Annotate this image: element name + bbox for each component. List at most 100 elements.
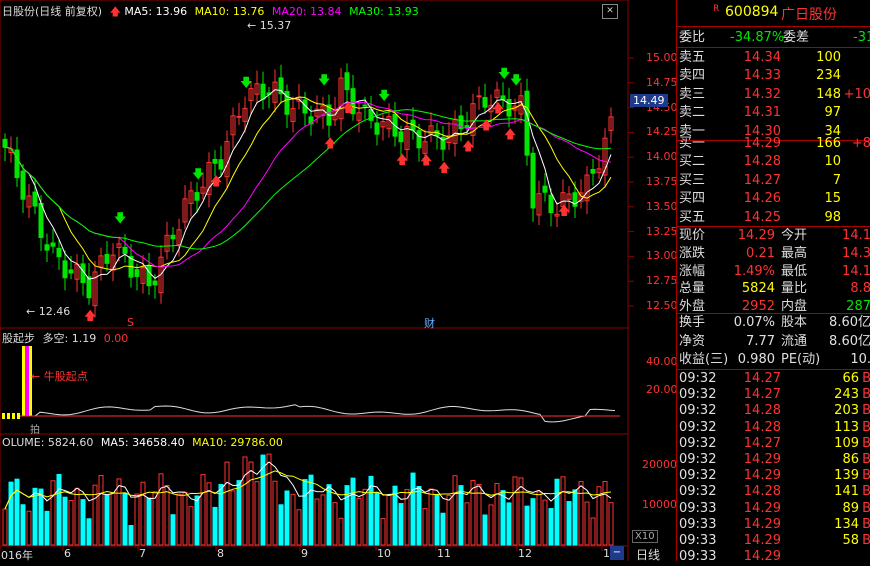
candle-body[interactable]	[236, 115, 242, 118]
volume-bar[interactable]	[380, 518, 386, 546]
volume-bar[interactable]	[410, 472, 416, 546]
volume-bar[interactable]	[398, 503, 404, 546]
volume-bar[interactable]	[290, 493, 296, 546]
scroll-minus-icon[interactable]: −	[610, 546, 624, 560]
candle-body[interactable]	[542, 185, 548, 193]
volume-bar[interactable]	[572, 489, 578, 546]
candle-body[interactable]	[218, 159, 224, 170]
volume-bar[interactable]	[20, 504, 26, 546]
volume-bar[interactable]	[488, 504, 494, 546]
volume-bar[interactable]	[62, 496, 68, 546]
candle-body[interactable]	[2, 138, 8, 148]
volume-bar[interactable]	[590, 517, 596, 546]
volume-bar[interactable]	[506, 502, 512, 546]
volume-bar[interactable]	[446, 494, 452, 546]
volume-bar[interactable]	[356, 497, 362, 546]
candle-body[interactable]	[374, 122, 380, 135]
volume-bar[interactable]	[272, 480, 278, 546]
chart-close-icon[interactable]: ✕	[602, 4, 618, 19]
volume-bar[interactable]	[158, 473, 164, 546]
volume-bar[interactable]	[524, 505, 530, 546]
candle-body[interactable]	[398, 131, 404, 143]
volume-bar[interactable]	[128, 525, 134, 546]
volume-bar[interactable]	[86, 518, 92, 546]
candle-body[interactable]	[38, 202, 44, 238]
candle-body[interactable]	[260, 83, 266, 100]
volume-bar[interactable]	[254, 481, 260, 546]
volume-bar[interactable]	[608, 502, 614, 546]
volume-bar[interactable]	[512, 476, 518, 546]
volume-bar[interactable]	[584, 501, 590, 546]
tick-row[interactable]: 09:33 14.29	[677, 547, 870, 566]
candle-body[interactable]	[14, 149, 20, 179]
volume-bar[interactable]	[278, 504, 284, 546]
candle-body[interactable]	[104, 254, 110, 264]
volume-bar[interactable]	[194, 495, 200, 546]
volume-bar[interactable]	[206, 482, 212, 546]
volume-bar[interactable]	[548, 508, 554, 546]
volume-bar[interactable]	[362, 488, 368, 546]
volume-bar[interactable]	[428, 488, 434, 546]
period-tab[interactable]: 日线	[636, 546, 660, 563]
candle-body[interactable]	[20, 170, 26, 200]
volume-bar[interactable]	[146, 497, 152, 546]
volume-bar[interactable]	[80, 499, 86, 546]
candle-body[interactable]	[500, 95, 506, 100]
candle-body[interactable]	[530, 152, 536, 209]
candle-body[interactable]	[212, 158, 218, 164]
volume-bar[interactable]	[38, 488, 44, 546]
candle-body[interactable]	[44, 244, 50, 251]
kline-chart-svg[interactable]: 🡅🡅🡅🡅🡅 🡅🡅🡅🡅🡅🡅🡅🡇🡇🡇 🡇🡇🡇 🡇	[0, 0, 676, 561]
volume-bar[interactable]	[416, 486, 422, 546]
candle-body[interactable]	[170, 234, 176, 240]
volume-bar[interactable]	[152, 491, 158, 546]
volume-bar[interactable]	[104, 494, 110, 546]
volume-bar[interactable]	[440, 512, 446, 546]
volume-bar[interactable]	[458, 485, 464, 546]
volume-bar[interactable]	[500, 490, 506, 546]
volume-bar[interactable]	[56, 473, 62, 546]
volume-bar[interactable]	[320, 494, 326, 546]
volume-bar[interactable]	[560, 476, 566, 546]
volume-bar[interactable]	[98, 475, 104, 546]
candle-body[interactable]	[122, 246, 128, 254]
volume-bar[interactable]	[116, 478, 122, 546]
volume-bar[interactable]	[578, 481, 584, 546]
candle-body[interactable]	[56, 247, 62, 258]
candle-body[interactable]	[32, 191, 38, 207]
volume-bar[interactable]	[122, 492, 128, 546]
volume-bar[interactable]	[350, 477, 356, 546]
volume-bar[interactable]	[542, 499, 548, 546]
volume-bar[interactable]	[230, 490, 236, 546]
volume-bar[interactable]	[296, 509, 302, 546]
volume-bar[interactable]	[8, 481, 14, 546]
volume-bar[interactable]	[74, 487, 80, 546]
candle-body[interactable]	[146, 265, 152, 287]
volume-bar[interactable]	[170, 514, 176, 546]
volume-bar[interactable]	[374, 492, 380, 546]
volume-bar[interactable]	[554, 478, 560, 546]
volume-bar[interactable]	[302, 479, 308, 546]
volume-bar[interactable]	[530, 498, 536, 546]
volume-bar[interactable]	[200, 474, 206, 546]
candle-body[interactable]	[152, 280, 158, 286]
volume-bar[interactable]	[536, 491, 542, 546]
volume-bar[interactable]	[482, 514, 488, 546]
volume-bar[interactable]	[284, 490, 290, 546]
volume-bar[interactable]	[434, 494, 440, 546]
candle-body[interactable]	[62, 260, 68, 279]
volume-bar[interactable]	[68, 500, 74, 546]
volume-bar[interactable]	[266, 453, 272, 546]
volume-bar[interactable]	[2, 508, 8, 546]
volume-bar[interactable]	[386, 494, 392, 546]
volume-bar[interactable]	[566, 501, 572, 546]
volume-bar[interactable]	[494, 483, 500, 546]
volume-bar[interactable]	[26, 510, 32, 546]
volume-bar[interactable]	[164, 484, 170, 546]
volume-bar[interactable]	[176, 493, 182, 546]
volume-bar[interactable]	[464, 502, 470, 546]
volume-bar[interactable]	[182, 491, 188, 546]
candle-body[interactable]	[476, 95, 482, 98]
candle-body[interactable]	[50, 242, 56, 247]
candle-body[interactable]	[134, 269, 140, 277]
